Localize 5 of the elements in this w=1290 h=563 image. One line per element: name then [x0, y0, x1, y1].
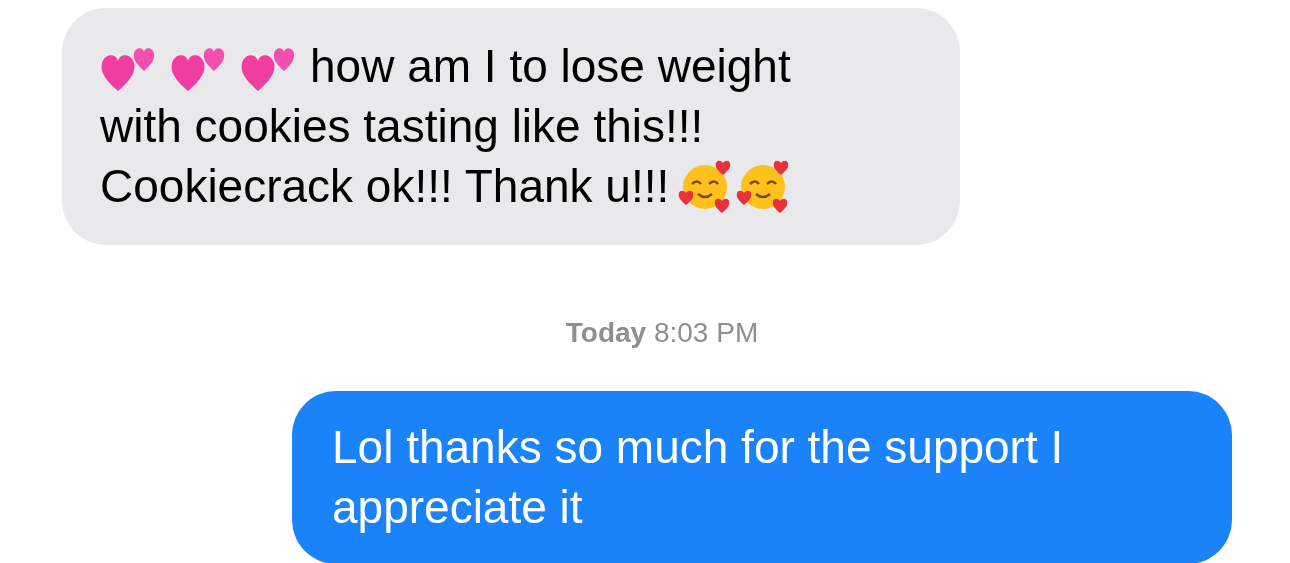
- message-text: how am I to lose weight: [310, 39, 791, 94]
- message-text: Cookiecrack ok!!! Thank u!!!: [100, 159, 670, 214]
- timestamp: Today 8:03 PM: [565, 317, 759, 349]
- message-text: with cookies tasting like this!!!: [100, 99, 704, 154]
- message-text: Lol thanks so much for the support I appreciate it: [332, 420, 1065, 535]
